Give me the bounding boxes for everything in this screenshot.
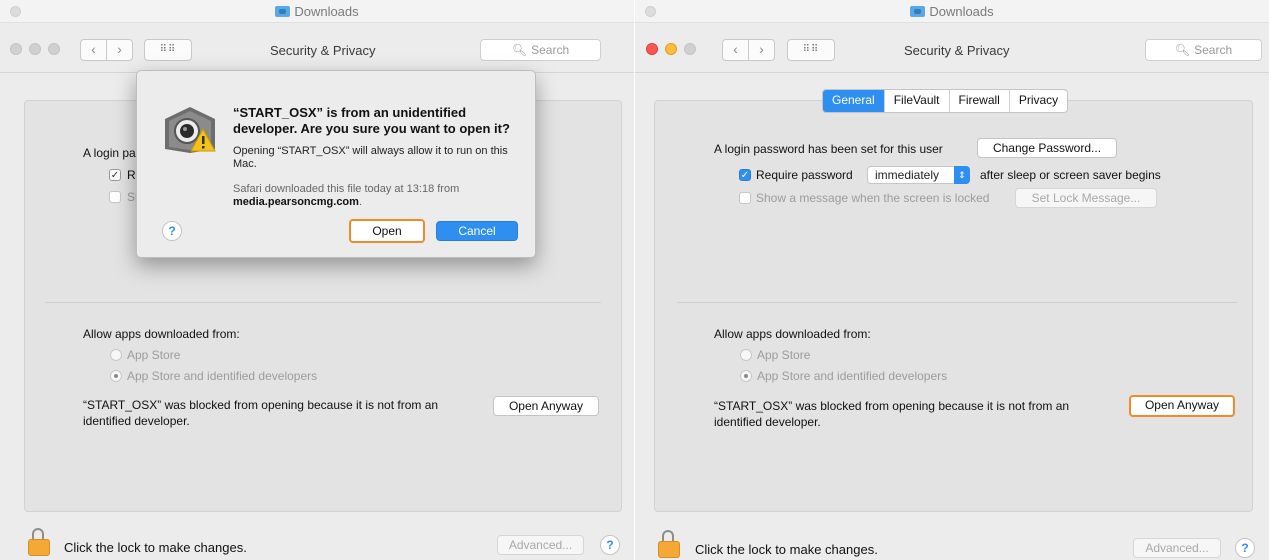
allow-apps-heading: Allow apps downloaded from:	[714, 327, 871, 341]
blocked-message-line1: “START_OSX” was blocked from opening bec…	[714, 399, 1070, 413]
require-password-checkbox[interactable]: ✓	[739, 169, 751, 181]
dialog-source-suffix: .	[358, 196, 362, 208]
dialog-help-button[interactable]: ?	[162, 221, 182, 241]
radio-app-store-label: App Store	[127, 348, 181, 362]
folder-icon	[910, 6, 926, 17]
show-all-grid-button[interactable]: ⠿⠿	[787, 39, 835, 61]
set-lock-message-button[interactable]: Set Lock Message...	[1015, 188, 1157, 208]
zoom-button[interactable]	[684, 43, 696, 55]
lock-text: Click the lock to make changes.	[695, 542, 878, 557]
tab-filevault[interactable]: FileVault	[883, 90, 949, 112]
minimize-button[interactable]	[29, 43, 41, 55]
show-message-label: Show a message when the screen is locked	[756, 191, 990, 205]
window-title: Security & Privacy	[270, 43, 376, 58]
background-window-title: Downloads	[0, 4, 634, 19]
background-window-titlebar: Downloads	[635, 0, 1269, 23]
section-divider	[677, 302, 1237, 303]
radio-app-store[interactable]	[110, 349, 122, 361]
radio-identified-developers-label: App Store and identified developers	[127, 369, 318, 383]
dialog-body: Opening “START_OSX” will always allow it…	[233, 145, 508, 170]
radio-app-store-label: App Store	[757, 348, 811, 362]
login-password-label: A login pa	[83, 146, 136, 160]
open-anyway-button[interactable]: Open Anyway	[493, 396, 599, 416]
tab-firewall[interactable]: Firewall	[948, 90, 1009, 112]
radio-app-store[interactable]	[740, 349, 752, 361]
minimize-button[interactable]	[665, 43, 677, 55]
dialog-source-prefix: Safari downloaded this file today at 13:…	[233, 183, 460, 195]
background-window-titlebar: Downloads	[0, 0, 634, 23]
blocked-message-line2: identified developer.	[714, 415, 821, 429]
close-button[interactable]	[646, 43, 658, 55]
forward-button[interactable]: ›	[106, 40, 132, 60]
dialog-cancel-button[interactable]: Cancel	[436, 221, 518, 241]
after-sleep-label: after sleep or screen saver begins	[980, 168, 1161, 182]
dialog-source: Safari downloaded this file today at 13:…	[233, 183, 513, 209]
require-password-delay-select[interactable]: immediately ⇕	[867, 166, 970, 184]
help-button[interactable]: ?	[1235, 538, 1255, 558]
search-icon: 🔍︎	[1174, 43, 1191, 57]
general-pane	[654, 100, 1253, 512]
dialog-title: “START_OSX” is from an unidentified deve…	[233, 105, 510, 136]
advanced-button[interactable]: Advanced...	[497, 535, 584, 555]
dialog-open-button[interactable]: Open	[349, 219, 425, 243]
show-all-grid-button[interactable]: ⠿⠿	[144, 39, 192, 61]
lock-icon[interactable]	[658, 530, 680, 558]
change-password-button[interactable]: Change Password...	[977, 138, 1117, 158]
lock-text: Click the lock to make changes.	[64, 540, 247, 555]
gatekeeper-warning-icon	[165, 107, 216, 153]
require-password-checkbox[interactable]: ✓	[109, 169, 121, 181]
window-toolbar: ‹ › ⠿⠿ Security & Privacy 🔍︎ Search	[0, 34, 634, 73]
show-message-checkbox[interactable]	[739, 192, 751, 204]
window-title: Security & Privacy	[904, 43, 1010, 58]
nav-button-group: ‹ ›	[80, 39, 133, 61]
search-field[interactable]: 🔍︎ Search	[1145, 39, 1262, 61]
radio-identified-developers[interactable]	[740, 370, 752, 382]
lock-icon[interactable]	[28, 528, 50, 556]
close-button[interactable]	[10, 43, 22, 55]
folder-icon	[275, 6, 291, 17]
left-screenshot-panel: Downloads ‹ › ⠿⠿ Security & Privacy 🔍︎ Se…	[0, 0, 634, 560]
help-button[interactable]: ?	[600, 535, 620, 555]
radio-identified-developers-label: App Store and identified developers	[757, 369, 948, 383]
window-toolbar: ‹ › ⠿⠿ Security & Privacy 🔍︎ Search	[635, 34, 1269, 73]
search-placeholder: Search	[1194, 43, 1233, 57]
search-icon: 🔍︎	[511, 43, 528, 57]
unidentified-developer-dialog: “START_OSX” is from an unidentified deve…	[136, 70, 536, 258]
background-window-title-text: Downloads	[294, 4, 359, 19]
advanced-button[interactable]: Advanced...	[1133, 538, 1221, 558]
dialog-source-domain: media.pearsoncmg.com	[233, 196, 359, 208]
blocked-message-line1: “START_OSX” was blocked from opening bec…	[83, 398, 439, 412]
search-field[interactable]: 🔍︎ Search	[480, 39, 601, 61]
tab-general[interactable]: General	[823, 90, 884, 112]
nav-button-group: ‹ ›	[722, 39, 775, 61]
require-password-label: Require password	[756, 168, 853, 182]
background-window-title: Downloads	[635, 4, 1269, 19]
background-window-title-text: Downloads	[929, 4, 994, 19]
preferences-tab-bar: General FileVault Firewall Privacy	[822, 89, 1069, 113]
open-anyway-button[interactable]: Open Anyway	[1129, 395, 1235, 417]
login-password-label: A login password has been set for this u…	[714, 142, 943, 156]
chevron-updown-icon: ⇕	[954, 166, 970, 184]
search-placeholder: Search	[531, 43, 570, 57]
back-button[interactable]: ‹	[81, 40, 106, 60]
tab-privacy[interactable]: Privacy	[1008, 90, 1067, 112]
blocked-message-line2: identified developer.	[83, 414, 190, 428]
allow-apps-heading: Allow apps downloaded from:	[83, 327, 240, 341]
radio-identified-developers[interactable]	[110, 370, 122, 382]
zoom-button[interactable]	[48, 43, 60, 55]
require-password-delay-value: immediately	[875, 168, 940, 182]
section-divider	[45, 302, 601, 303]
right-screenshot-panel: Downloads ‹ › ⠿⠿ Security & Privacy 🔍︎ Se…	[635, 0, 1269, 560]
back-button[interactable]: ‹	[723, 40, 748, 60]
show-message-checkbox[interactable]	[109, 191, 121, 203]
forward-button[interactable]: ›	[748, 40, 774, 60]
